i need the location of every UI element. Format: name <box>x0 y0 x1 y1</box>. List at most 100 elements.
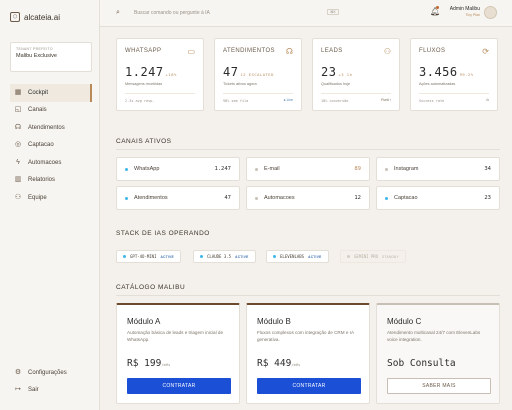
kpi-footer: Success rate <box>419 99 445 103</box>
channel-name: WhatsApp <box>134 166 160 172</box>
module-description: Atendimento multicanal 24/7 com ElevenLa… <box>387 330 481 342</box>
target-icon: ◎ <box>14 141 22 149</box>
sidebar-item-canais[interactable]: ◱ Canais <box>10 102 92 120</box>
kpi-card-fluxos[interactable]: FLUXOS ⟳ 3.456 99.2% Ações automatizadas … <box>410 38 498 111</box>
status-badge: STANDBY <box>382 254 400 259</box>
channel-count: 12 <box>354 195 361 201</box>
status-badge: ACTIVE <box>308 254 322 259</box>
ai-pill-claude[interactable]: CLAUDE 3.5 ACTIVE <box>193 250 256 263</box>
section-title-channels: CANAIS ATIVOS <box>116 138 172 145</box>
sidebar-item-automacoes[interactable]: ϟ Automacoes <box>10 154 92 172</box>
module-description: Automação básica de leads e triagem inic… <box>127 330 224 342</box>
section-title-catalog: CATÁLOGO MALIBU <box>116 284 186 291</box>
tenant-switcher[interactable]: TENANT PREFEITO Malibu Exclusive <box>10 42 92 72</box>
sidebar-item-sair[interactable]: ↦ Sair <box>10 382 92 400</box>
avatar[interactable] <box>484 6 497 19</box>
kpi-value: 3.456 99.2% <box>419 65 474 79</box>
divider <box>125 93 195 94</box>
workflow-icon: ⟳ <box>482 47 489 56</box>
sidebar-item-label: Cockpit <box>28 89 49 96</box>
notification-dot <box>436 6 439 9</box>
channel-name: E-mail <box>264 166 280 172</box>
status-badge: ACTIVE <box>235 254 249 259</box>
sidebar-item-label: Configurações <box>28 369 67 376</box>
bolt-icon: ϟ <box>16 158 20 166</box>
channel-card-instagram[interactable]: Instagram 34 <box>376 157 500 181</box>
ai-pill-elevenlabs[interactable]: ELEVENLABS ACTIVE <box>266 250 329 263</box>
ai-name: GPT-4O-MINI <box>130 254 157 259</box>
kpi-value: 23 +3 1h <box>321 65 352 79</box>
settings-icon[interactable]: ⊙ <box>486 98 489 102</box>
price-period: /mês <box>291 362 301 367</box>
channel-count: 89 <box>354 166 361 172</box>
channel-card-captacao[interactable]: Captacao 23 <box>376 186 500 210</box>
channel-card-atendimentos[interactable]: Atendimentos 47 <box>116 186 240 210</box>
add-user-icon: ⚇ <box>383 47 391 56</box>
kpi-card-whatsapp[interactable]: WHATSAPP ▭ 1.247 +18% Mensagens recebidas… <box>116 38 204 111</box>
kpi-card-atendimentos[interactable]: ATENDIMENTOS ☊ 47 12 ESCALATED Tickets at… <box>214 38 302 111</box>
user-menu[interactable]: Admin Malibu Tiny Plan <box>448 6 480 17</box>
sidebar-item-equipe[interactable]: ⚇ Equipe <box>10 189 92 207</box>
channel-name: Automacoes <box>264 195 295 201</box>
tenant-name: Malibu Exclusive <box>16 53 57 59</box>
divider <box>223 93 293 94</box>
status-dot <box>123 255 126 258</box>
search-input[interactable] <box>134 8 314 18</box>
sidebar-item-cockpit[interactable]: ▦ Cockpit <box>10 84 92 102</box>
kpi-card-leads[interactable]: LEADS ⚇ 23 +3 1h Qualificados hoje 18% co… <box>312 38 400 111</box>
channel-name: Instagram <box>394 166 419 172</box>
sidebar-item-label: Sair <box>28 387 39 394</box>
channel-count: 47 <box>224 195 231 201</box>
live-badge: ● Live <box>283 98 293 102</box>
sidebar-item-configuracoes[interactable]: ⚙ Configurações <box>10 364 92 382</box>
status-dot <box>347 255 350 258</box>
learn-more-button[interactable]: SABER MAIS <box>387 378 491 394</box>
sidebar: ⬡ alcateia.ai TENANT PREFEITO Malibu Exc… <box>0 0 100 410</box>
sidebar-item-relatorios[interactable]: ▥ Relatorios <box>10 172 92 190</box>
status-dot <box>255 197 258 200</box>
sidebar-item-captacao[interactable]: ◎ Captacao <box>10 137 92 155</box>
channel-card-automacoes[interactable]: Automacoes 12 <box>246 186 370 210</box>
topbar: ⌕ ⌘K 🔔︎ Admin Malibu Tiny Plan <box>100 0 512 27</box>
headset-icon: ☊ <box>14 123 22 131</box>
app-logo[interactable]: ⬡ alcateia.ai <box>10 12 60 22</box>
section-title-ai-stack: STACK DE IAS OPERANDO <box>116 230 210 237</box>
kpi-subtitle: Ações automatizadas <box>419 82 456 86</box>
status-badge: ACTIVE <box>160 254 174 259</box>
logout-icon: ↦ <box>15 386 21 394</box>
kpi-value-number: 3.456 <box>419 65 458 79</box>
price-value: Sob Consulta <box>387 358 456 369</box>
funnel-link[interactable]: Funil › <box>381 98 391 102</box>
shortcut-hint: ⌘K <box>327 9 339 15</box>
kpi-subtitle: Tickets ativos agora <box>223 82 257 86</box>
kpi-title: ATENDIMENTOS <box>223 48 275 54</box>
kpi-title: LEADS <box>321 48 343 54</box>
ai-pill-gpt[interactable]: GPT-4O-MINI ACTIVE <box>116 250 181 263</box>
divider <box>116 295 500 296</box>
status-dot <box>125 197 128 200</box>
module-price: R$ 449/mês <box>257 358 300 369</box>
ai-name: CLAUDE 3.5 <box>207 254 232 259</box>
search-icon: ⌕ <box>116 9 120 16</box>
kpi-value-number: 47 <box>223 65 239 79</box>
ai-pill-gemini[interactable]: GEMINI PRO STANDBY <box>340 250 407 263</box>
kpi-value: 1.247 +18% <box>125 65 177 79</box>
kpi-value-number: 23 <box>321 65 337 79</box>
channel-count: 1.247 <box>214 166 231 172</box>
channel-card-whatsapp[interactable]: WhatsApp 1.247 <box>116 157 240 181</box>
gear-icon: ⚙ <box>14 368 22 376</box>
channel-card-email[interactable]: E-mail 89 <box>246 157 370 181</box>
kpi-title: FLUXOS <box>419 48 446 54</box>
kpi-delta: +3 1h <box>338 72 353 77</box>
contract-button[interactable]: CONTRATAR <box>257 378 361 394</box>
contract-button[interactable]: CONTRATAR <box>127 378 231 394</box>
sidebar-item-label: Relatorios <box>28 177 56 184</box>
sidebar-item-atendimentos[interactable]: ☊ Atendimentos <box>10 119 92 137</box>
kpi-subtitle: Mensagens recebidas <box>125 82 163 86</box>
module-card-c: Módulo C Atendimento multicanal 24/7 com… <box>376 303 500 404</box>
module-name: Módulo A <box>127 317 161 326</box>
module-price: Sob Consulta <box>387 358 456 369</box>
sidebar-item-label: Atendimentos <box>28 124 65 131</box>
status-dot <box>200 255 203 258</box>
module-name: Módulo C <box>387 317 422 326</box>
